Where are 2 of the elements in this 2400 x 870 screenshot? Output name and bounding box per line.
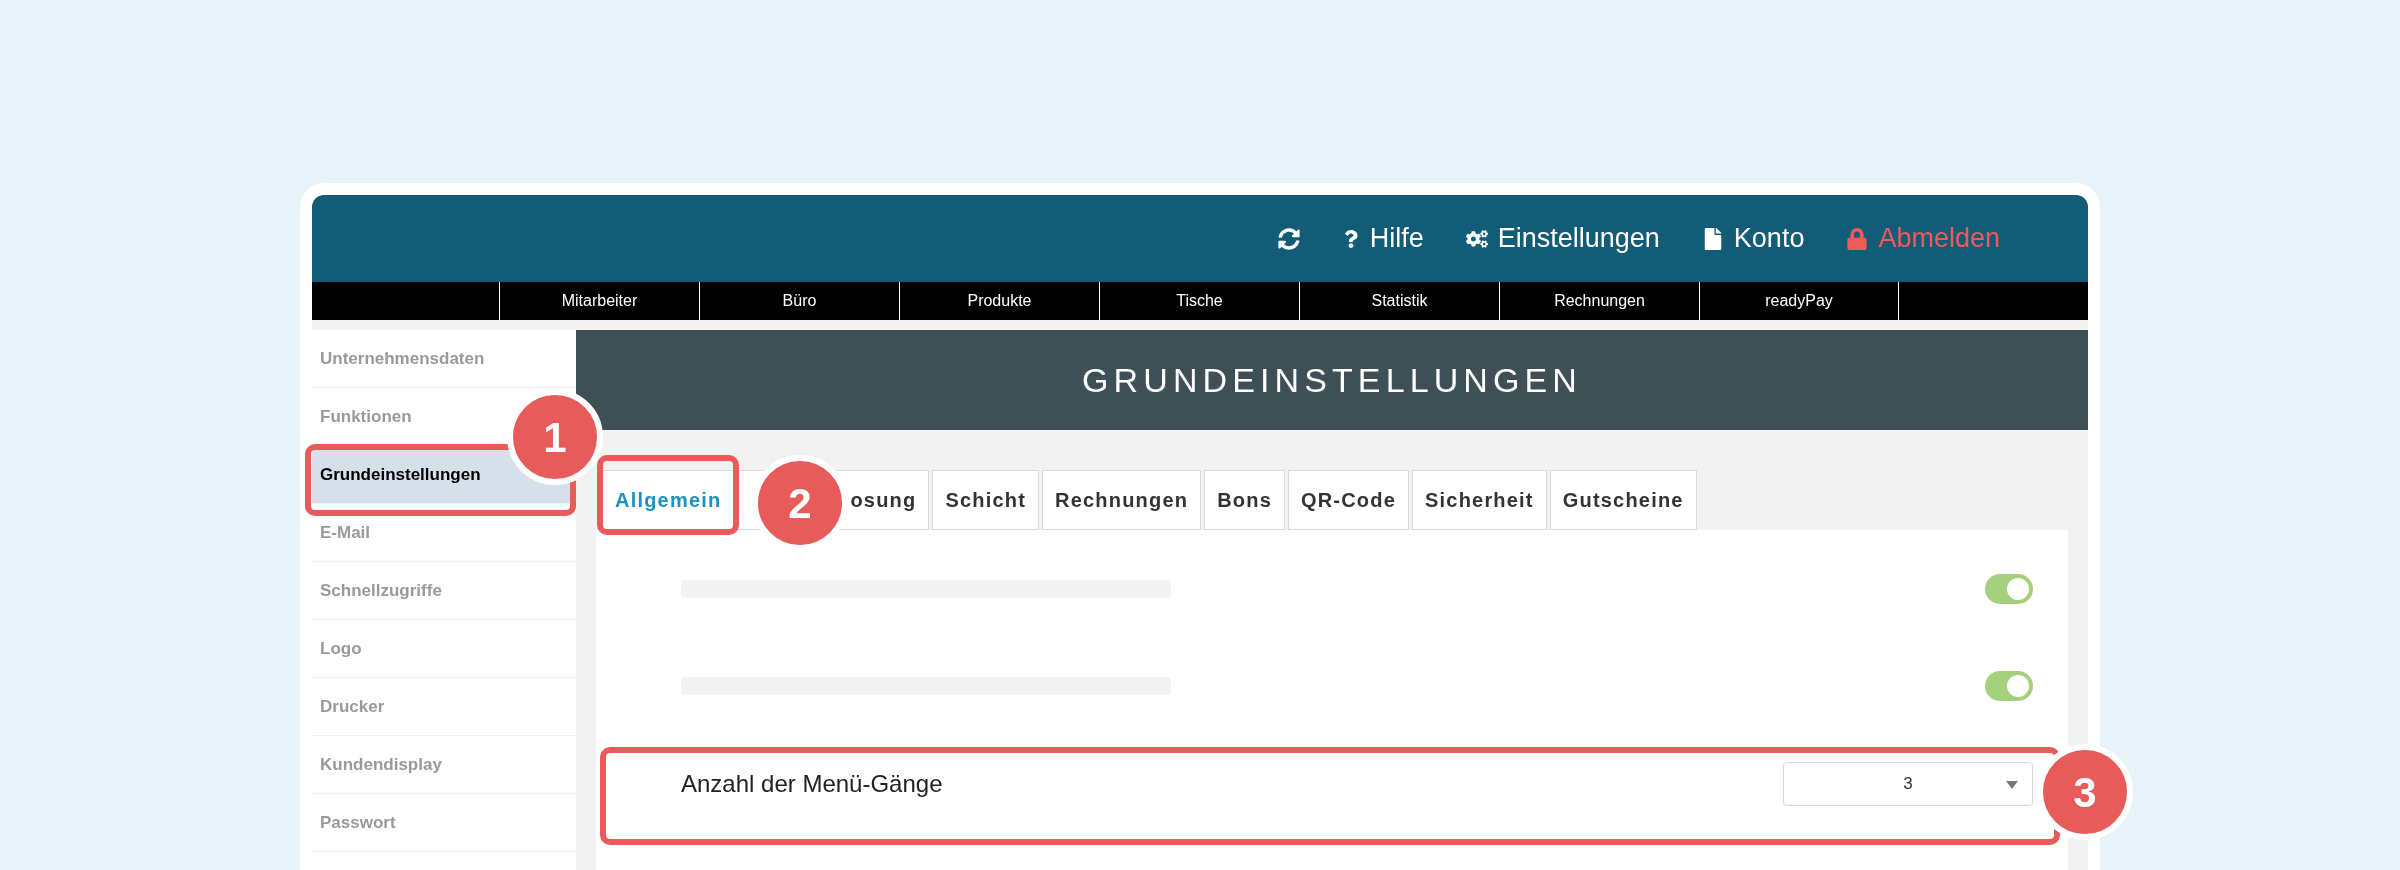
- setting-label: Anzahl der Menü-Gänge: [681, 769, 943, 799]
- page-title: GRUNDEINSTELLUNGEN: [576, 330, 2088, 430]
